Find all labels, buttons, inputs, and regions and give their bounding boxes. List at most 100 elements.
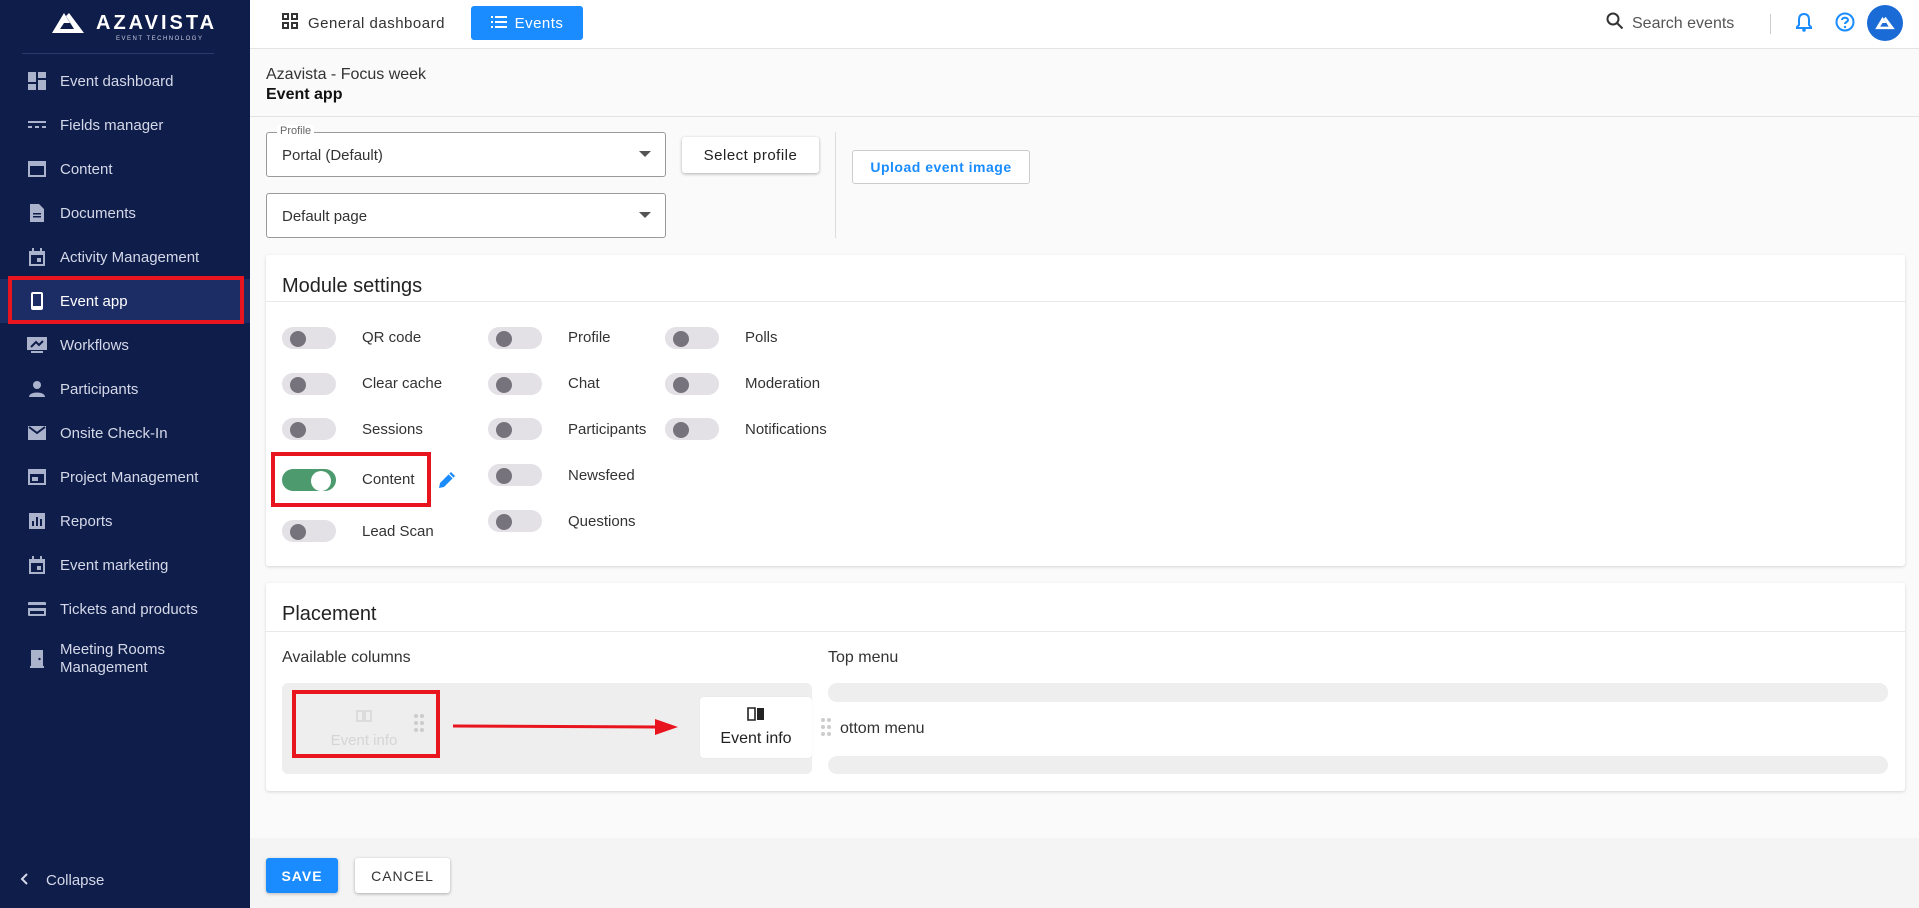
default-page-value: Default page xyxy=(282,208,368,225)
person-icon xyxy=(26,378,48,400)
calendar-icon xyxy=(26,554,48,576)
topbar-divider xyxy=(1770,14,1771,34)
sidebar-item-label: Documents xyxy=(60,204,136,222)
tab-label: Events xyxy=(514,14,564,32)
toggle-moderation[interactable] xyxy=(665,369,719,399)
placement-title: Placement xyxy=(282,603,377,625)
sidebar-item-participants[interactable]: Participants xyxy=(0,367,250,411)
sidebar-item-event-dashboard[interactable]: Event dashboard xyxy=(0,59,250,103)
sidebar-item-content[interactable]: Content xyxy=(0,147,250,191)
sidebar-item-meeting-rooms[interactable]: Meeting Rooms Management xyxy=(0,631,250,687)
sidebar-item-tickets-and-products[interactable]: Tickets and products xyxy=(0,587,250,631)
toggle-notifications[interactable] xyxy=(665,414,719,444)
upload-event-image-button[interactable]: Upload event image xyxy=(852,150,1030,184)
sidebar-item-label: Activity Management xyxy=(60,248,200,266)
collapse-button[interactable]: Collapse xyxy=(20,872,104,889)
brand-name: AZAVISTA xyxy=(96,12,218,34)
reports-icon xyxy=(26,510,48,532)
sidebar-item-label: Event dashboard xyxy=(60,72,174,90)
search-icon xyxy=(1606,12,1624,35)
toggle-questions[interactable] xyxy=(488,506,542,536)
help-icon[interactable] xyxy=(1835,12,1855,37)
toggle-lead-scan[interactable] xyxy=(282,516,336,546)
phone-icon xyxy=(26,290,48,312)
top-bar: General dashboard Events Search events xyxy=(250,0,1919,49)
card-divider xyxy=(266,301,1905,302)
toggle-clear-cache[interactable] xyxy=(282,369,336,399)
document-icon xyxy=(26,202,48,224)
toggle-chat[interactable] xyxy=(488,369,542,399)
event-name: Azavista - Focus week xyxy=(266,66,427,83)
cancel-button[interactable]: CANCEL xyxy=(355,858,450,893)
search-placeholder: Search events xyxy=(1632,14,1735,32)
toggle-participants[interactable] xyxy=(488,414,542,444)
select-profile-button[interactable]: Select profile xyxy=(682,137,819,173)
drag-handle-icon[interactable] xyxy=(820,717,832,742)
card-divider xyxy=(266,631,1905,632)
collapse-label: Collapse xyxy=(46,872,105,889)
profile-label: Profile xyxy=(277,125,315,137)
grid-icon xyxy=(282,13,298,33)
sidebar-item-event-app[interactable]: Event app xyxy=(0,279,250,323)
sidebar-item-event-marketing[interactable]: Event marketing xyxy=(0,543,250,587)
sidebar-item-label: Event marketing xyxy=(60,556,169,574)
avatar[interactable] xyxy=(1867,5,1903,41)
toggle-label-moderation: Moderation xyxy=(745,375,821,392)
toggle-profile[interactable] xyxy=(488,323,542,353)
bottom-menu-dropzone[interactable] xyxy=(828,756,1888,774)
sidebar-item-project-management[interactable]: Project Management xyxy=(0,455,250,499)
toggle-label-sessions: Sessions xyxy=(362,421,423,438)
toggle-label-content: Content xyxy=(362,471,415,488)
edit-pencil-icon[interactable] xyxy=(437,470,457,495)
sidebar-item-label: Fields manager xyxy=(60,116,164,134)
tab-general-dashboard[interactable]: General dashboard xyxy=(268,6,459,40)
caret-down-icon xyxy=(639,151,651,157)
toggle-label-questions: Questions xyxy=(568,513,636,530)
sidebar-item-label: Tickets and products xyxy=(60,600,198,618)
toggle-sessions[interactable] xyxy=(282,414,336,444)
toggle-newsfeed[interactable] xyxy=(488,460,542,490)
arrow-right-annotation xyxy=(452,719,678,735)
sidebar-item-onsite-check-in[interactable]: Onsite Check-In xyxy=(0,411,250,455)
profile-value: Portal (Default) xyxy=(282,147,383,164)
bottom-menu-label: ottom menu xyxy=(840,720,925,737)
book-icon xyxy=(747,707,765,726)
sidebar-item-documents[interactable]: Documents xyxy=(0,191,250,235)
sidebar-divider xyxy=(22,53,214,54)
module-settings-title: Module settings xyxy=(282,275,423,297)
toggle-label-clear-cache: Clear cache xyxy=(362,375,443,392)
sidebar-nav: Event dashboard Fields manager Content D… xyxy=(0,59,250,687)
sidebar-item-fields-manager[interactable]: Fields manager xyxy=(0,103,250,147)
default-page-select[interactable]: Default page xyxy=(266,193,666,238)
calendar-icon xyxy=(26,246,48,268)
ghost-item-label: Event info xyxy=(330,732,398,749)
sidebar-item-reports[interactable]: Reports xyxy=(0,499,250,543)
list-icon xyxy=(490,15,507,32)
profile-select[interactable]: Profile Portal (Default) xyxy=(266,125,666,177)
toggle-label-notifications: Notifications xyxy=(745,421,827,438)
sidebar-item-label: Reports xyxy=(60,512,113,530)
tab-events[interactable]: Events xyxy=(471,6,583,40)
sidebar-item-workflows[interactable]: Workflows xyxy=(0,323,250,367)
brand-tagline: EVENT TECHNOLOGY xyxy=(116,36,204,42)
toggle-label-participants: Participants xyxy=(568,421,647,438)
dashboard-icon xyxy=(26,70,48,92)
azavista-logo-icon xyxy=(1875,16,1895,30)
header-divider xyxy=(250,116,1919,117)
sidebar-item-activity-management[interactable]: Activity Management xyxy=(0,235,250,279)
bell-icon[interactable] xyxy=(1796,12,1812,37)
toggle-content[interactable] xyxy=(282,465,336,495)
toggle-qr-code[interactable] xyxy=(282,323,336,353)
dragged-item-label: Event info xyxy=(720,730,792,747)
drag-handle-icon[interactable] xyxy=(413,713,425,738)
workflow-icon xyxy=(26,334,48,356)
save-button[interactable]: SAVE xyxy=(266,858,338,893)
top-menu-dropzone[interactable] xyxy=(828,683,1888,702)
card-icon xyxy=(26,598,48,620)
sidebar-item-label: Participants xyxy=(60,380,139,398)
dragged-item-event-info[interactable]: Event info xyxy=(700,697,812,758)
brand-logo[interactable]: AZAVISTA EVENT TECHNOLOGY xyxy=(50,10,214,44)
toggle-polls[interactable] xyxy=(665,323,719,353)
toggle-label-newsfeed: Newsfeed xyxy=(568,467,635,484)
search-events[interactable]: Search events xyxy=(1606,12,1734,35)
